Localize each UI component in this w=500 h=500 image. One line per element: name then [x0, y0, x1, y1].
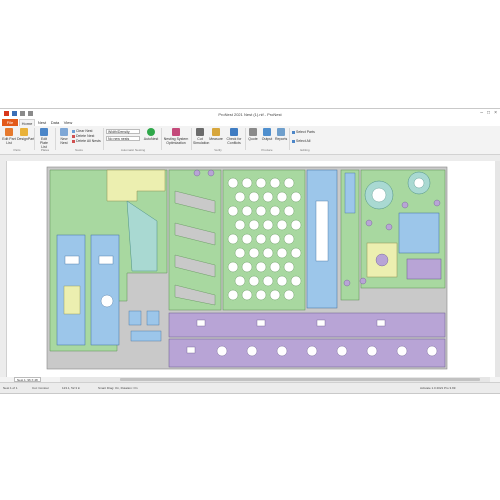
title-bar: ProNest 2021 Nest (1).nif - ProNest – □ … [0, 109, 500, 119]
tab-data[interactable]: Data [49, 119, 61, 126]
part-hole [100, 294, 114, 308]
simulation-icon [196, 128, 204, 136]
delete-icon [72, 134, 75, 138]
edit-plate-list-button[interactable]: Edit Plate List [37, 128, 51, 149]
part-purple[interactable] [406, 258, 442, 280]
tab-view[interactable]: View [62, 119, 74, 126]
new-nest-button[interactable]: New Nest [58, 128, 70, 145]
new-nests-select[interactable]: No new nests [106, 136, 140, 141]
clear-nest-button[interactable]: Clear Nest [72, 129, 93, 133]
redo-icon[interactable] [28, 111, 33, 116]
delete-all-nests-button[interactable]: Delete All Nests [72, 139, 101, 143]
play-icon [147, 128, 155, 136]
parts-icon [5, 128, 13, 136]
group-label: Verify [214, 148, 222, 152]
part-purple[interactable] [375, 253, 389, 267]
conflicts-icon [230, 128, 238, 136]
close-icon[interactable]: × [494, 110, 497, 116]
new-nest-icon [60, 128, 68, 136]
output-icon [263, 128, 271, 136]
ribbon: Edit Part List DesignPart Edit Plate Lis… [0, 126, 500, 155]
delete-nest-button[interactable]: Delete Nest [72, 134, 94, 138]
group-label: Produce [261, 148, 273, 152]
reports-button[interactable]: Reports [275, 128, 287, 141]
clear-icon [72, 129, 75, 133]
group-label: Plates [40, 148, 50, 152]
nesting-strategy-select[interactable]: Width/Density [106, 129, 140, 134]
status-info: Smart Drag: On, Rotation: On [98, 386, 138, 390]
vertical-ruler [0, 161, 7, 377]
nesting-optimization-button[interactable]: Nesting System Optimization [163, 128, 189, 145]
vertical-scrollbar[interactable] [495, 161, 500, 377]
tab-home[interactable]: Home [19, 119, 35, 126]
window-title: ProNest 2021 Nest (1).nif - ProNest [218, 112, 282, 117]
quick-access-toolbar [4, 111, 33, 116]
optimization-icon [172, 128, 180, 136]
nest-drawing[interactable] [7, 161, 500, 377]
part-blue[interactable] [398, 212, 440, 254]
measure-icon [212, 128, 220, 136]
quote-icon [249, 128, 257, 136]
part-blue[interactable] [90, 234, 120, 346]
ribbon-tabs: File Home Nest Data View [0, 119, 500, 126]
status-license: Activate 1.0 2021 Pro 3.99 [420, 386, 456, 390]
group-label: Automatic Nesting [120, 148, 146, 152]
tab-file[interactable]: File [2, 119, 18, 126]
tab-nest[interactable]: Nest [36, 119, 48, 126]
undo-icon[interactable] [20, 111, 25, 116]
group-label: Editing [300, 148, 310, 152]
status-nest: Nest 1 of 1 [3, 386, 18, 390]
design-part-button[interactable]: DesignPart [17, 128, 34, 141]
part-purple-strip[interactable] [168, 312, 446, 338]
output-button[interactable]: Output [261, 128, 273, 141]
part-hole [98, 255, 114, 265]
status-coords: 123.1, 52.3 in [62, 386, 81, 390]
maximize-icon[interactable]: □ [487, 110, 490, 116]
select-parts-button[interactable]: Select Parts [292, 130, 315, 134]
select-all-button[interactable]: Select All [292, 139, 310, 143]
group-label: Nests [75, 148, 83, 152]
cursor-icon [292, 130, 295, 134]
select-all-icon [292, 139, 295, 143]
group-label: Parts [13, 148, 21, 152]
cut-simulation-button[interactable]: Cut Simulation [193, 128, 209, 145]
reports-icon [277, 128, 285, 136]
horizontal-scroll-thumb[interactable] [120, 378, 480, 381]
measure-button[interactable]: Measure [209, 128, 223, 141]
check-conflicts-button[interactable]: Check for Conflicts [225, 128, 243, 145]
status-cut: Cut: Contour [32, 386, 50, 390]
part-blue[interactable] [344, 172, 356, 214]
app-logo-icon[interactable] [4, 111, 9, 116]
application-window: ProNest 2021 Nest (1).nif - ProNest – □ … [0, 108, 500, 394]
delete-all-icon [72, 139, 75, 143]
part-yellow[interactable] [63, 285, 81, 315]
save-icon[interactable] [12, 111, 17, 116]
part-hole [64, 255, 80, 265]
quote-button[interactable]: Quote [247, 128, 259, 141]
design-icon [20, 128, 28, 136]
autonest-button[interactable]: AutoNest [143, 128, 159, 141]
plate-icon [40, 128, 48, 136]
nest-canvas[interactable] [7, 161, 500, 377]
minimize-icon[interactable]: – [480, 110, 483, 116]
status-bar: Nest 1 of 1 Cut: Contour 123.1, 52.3 in … [0, 382, 500, 393]
edit-part-list-button[interactable]: Edit Part List [2, 128, 16, 145]
